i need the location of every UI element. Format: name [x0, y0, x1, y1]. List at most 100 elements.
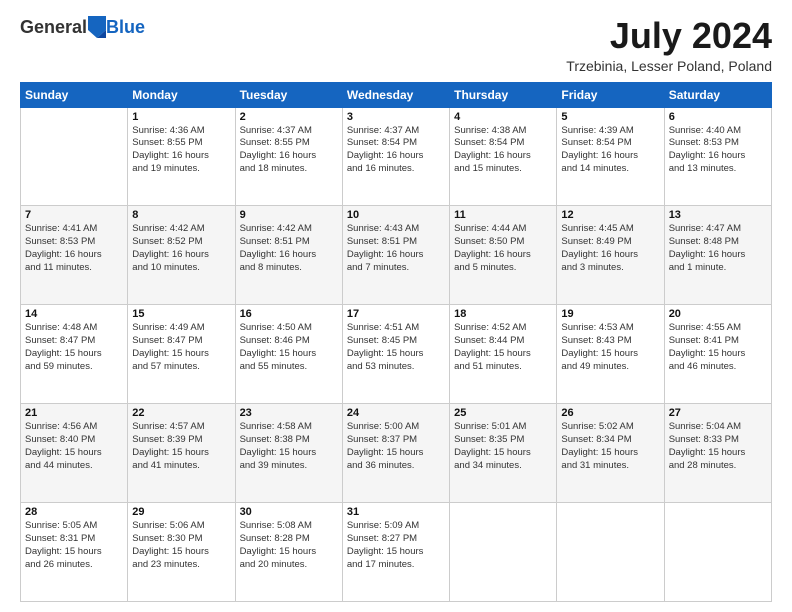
calendar-cell — [664, 503, 771, 602]
day-info: Sunrise: 4:40 AM Sunset: 8:53 PM Dayligh… — [669, 125, 767, 176]
title-block: July 2024 Trzebinia, Lesser Poland, Pola… — [566, 16, 772, 74]
calendar-cell: 16 Sunrise: 4:50 AM Sunset: 8:46 PM Dayli… — [235, 305, 342, 404]
day-info: Sunrise: 4:42 AM Sunset: 8:52 PM Dayligh… — [132, 223, 230, 274]
day-info: Sunrise: 5:02 AM Sunset: 8:34 PM Dayligh… — [561, 421, 659, 472]
calendar-cell: 3 Sunrise: 4:37 AM Sunset: 8:54 PM Daylig… — [342, 107, 449, 206]
calendar-header-row: SundayMondayTuesdayWednesdayThursdayFrid… — [21, 82, 772, 107]
day-info: Sunrise: 4:53 AM Sunset: 8:43 PM Dayligh… — [561, 322, 659, 373]
column-header-thursday: Thursday — [450, 82, 557, 107]
day-number: 4 — [454, 111, 552, 123]
day-number: 3 — [347, 111, 445, 123]
week-row-4: 21 Sunrise: 4:56 AM Sunset: 8:40 PM Dayli… — [21, 404, 772, 503]
day-number: 30 — [240, 506, 338, 518]
day-info: Sunrise: 4:43 AM Sunset: 8:51 PM Dayligh… — [347, 223, 445, 274]
day-info: Sunrise: 4:58 AM Sunset: 8:38 PM Dayligh… — [240, 421, 338, 472]
calendar-cell: 20Sunrise: 4:55 AM Sunset: 8:41 PM Dayli… — [664, 305, 771, 404]
calendar-cell: 12 Sunrise: 4:45 AM Sunset: 8:49 PM Dayli… — [557, 206, 664, 305]
calendar-cell: 5 Sunrise: 4:39 AM Sunset: 8:54 PM Daylig… — [557, 107, 664, 206]
day-number: 18 — [454, 308, 552, 320]
day-info: Sunrise: 5:09 AM Sunset: 8:27 PM Dayligh… — [347, 520, 445, 571]
day-info: Sunrise: 4:47 AM Sunset: 8:48 PM Dayligh… — [669, 223, 767, 274]
day-info: Sunrise: 4:57 AM Sunset: 8:39 PM Dayligh… — [132, 421, 230, 472]
day-number: 17 — [347, 308, 445, 320]
calendar-cell: 11Sunrise: 4:44 AM Sunset: 8:50 PM Dayli… — [450, 206, 557, 305]
day-info: Sunrise: 4:41 AM Sunset: 8:53 PM Dayligh… — [25, 223, 123, 274]
day-info: Sunrise: 4:38 AM Sunset: 8:54 PM Dayligh… — [454, 125, 552, 176]
subtitle: Trzebinia, Lesser Poland, Poland — [566, 58, 772, 74]
calendar-cell — [21, 107, 128, 206]
day-info: Sunrise: 4:45 AM Sunset: 8:49 PM Dayligh… — [561, 223, 659, 274]
calendar-cell: 30 Sunrise: 5:08 AM Sunset: 8:28 PM Dayli… — [235, 503, 342, 602]
day-number: 9 — [240, 209, 338, 221]
calendar-cell: 2 Sunrise: 4:37 AM Sunset: 8:55 PM Daylig… — [235, 107, 342, 206]
day-info: Sunrise: 4:55 AM Sunset: 8:41 PM Dayligh… — [669, 322, 767, 373]
calendar-cell: 4 Sunrise: 4:38 AM Sunset: 8:54 PM Daylig… — [450, 107, 557, 206]
day-info: Sunrise: 5:05 AM Sunset: 8:31 PM Dayligh… — [25, 520, 123, 571]
column-header-wednesday: Wednesday — [342, 82, 449, 107]
calendar-cell: 6 Sunrise: 4:40 AM Sunset: 8:53 PM Daylig… — [664, 107, 771, 206]
day-number: 28 — [25, 506, 123, 518]
day-number: 29 — [132, 506, 230, 518]
day-number: 14 — [25, 308, 123, 320]
day-info: Sunrise: 4:44 AM Sunset: 8:50 PM Dayligh… — [454, 223, 552, 274]
calendar-cell: 21 Sunrise: 4:56 AM Sunset: 8:40 PM Dayli… — [21, 404, 128, 503]
calendar-cell: 15 Sunrise: 4:49 AM Sunset: 8:47 PM Dayli… — [128, 305, 235, 404]
logo-general: General — [20, 17, 87, 38]
column-header-monday: Monday — [128, 82, 235, 107]
day-number: 21 — [25, 407, 123, 419]
column-header-sunday: Sunday — [21, 82, 128, 107]
calendar-cell: 29Sunrise: 5:06 AM Sunset: 8:30 PM Dayli… — [128, 503, 235, 602]
day-number: 27 — [669, 407, 767, 419]
day-info: Sunrise: 4:50 AM Sunset: 8:46 PM Dayligh… — [240, 322, 338, 373]
day-info: Sunrise: 5:08 AM Sunset: 8:28 PM Dayligh… — [240, 520, 338, 571]
main-title: July 2024 — [566, 16, 772, 56]
day-info: Sunrise: 4:51 AM Sunset: 8:45 PM Dayligh… — [347, 322, 445, 373]
day-info: Sunrise: 4:39 AM Sunset: 8:54 PM Dayligh… — [561, 125, 659, 176]
day-number: 2 — [240, 111, 338, 123]
day-number: 22 — [132, 407, 230, 419]
calendar-cell: 22 Sunrise: 4:57 AM Sunset: 8:39 PM Dayli… — [128, 404, 235, 503]
calendar-cell: 8 Sunrise: 4:42 AM Sunset: 8:52 PM Daylig… — [128, 206, 235, 305]
calendar-cell: 7Sunrise: 4:41 AM Sunset: 8:53 PM Daylig… — [21, 206, 128, 305]
day-info: Sunrise: 4:42 AM Sunset: 8:51 PM Dayligh… — [240, 223, 338, 274]
day-number: 31 — [347, 506, 445, 518]
logo-text: General Blue — [20, 16, 145, 38]
calendar-cell: 31 Sunrise: 5:09 AM Sunset: 8:27 PM Dayli… — [342, 503, 449, 602]
calendar-cell: 28 Sunrise: 5:05 AM Sunset: 8:31 PM Dayli… — [21, 503, 128, 602]
calendar-cell: 27Sunrise: 5:04 AM Sunset: 8:33 PM Dayli… — [664, 404, 771, 503]
calendar-cell: 1Sunrise: 4:36 AM Sunset: 8:55 PM Daylig… — [128, 107, 235, 206]
day-info: Sunrise: 4:56 AM Sunset: 8:40 PM Dayligh… — [25, 421, 123, 472]
calendar-cell — [450, 503, 557, 602]
logo-icon — [88, 16, 106, 38]
day-info: Sunrise: 5:01 AM Sunset: 8:35 PM Dayligh… — [454, 421, 552, 472]
week-row-3: 14Sunrise: 4:48 AM Sunset: 8:47 PM Dayli… — [21, 305, 772, 404]
logo: General Blue — [20, 16, 145, 38]
day-number: 13 — [669, 209, 767, 221]
day-number: 6 — [669, 111, 767, 123]
calendar-table: SundayMondayTuesdayWednesdayThursdayFrid… — [20, 82, 772, 602]
calendar-cell: 10 Sunrise: 4:43 AM Sunset: 8:51 PM Dayli… — [342, 206, 449, 305]
day-number: 1 — [132, 111, 230, 123]
week-row-1: 1Sunrise: 4:36 AM Sunset: 8:55 PM Daylig… — [21, 107, 772, 206]
calendar-cell: 17 Sunrise: 4:51 AM Sunset: 8:45 PM Dayli… — [342, 305, 449, 404]
calendar-cell: 23Sunrise: 4:58 AM Sunset: 8:38 PM Dayli… — [235, 404, 342, 503]
day-number: 26 — [561, 407, 659, 419]
calendar-cell: 18 Sunrise: 4:52 AM Sunset: 8:44 PM Dayli… — [450, 305, 557, 404]
day-number: 5 — [561, 111, 659, 123]
calendar-cell: 19Sunrise: 4:53 AM Sunset: 8:43 PM Dayli… — [557, 305, 664, 404]
logo-blue: Blue — [106, 17, 145, 38]
day-number: 8 — [132, 209, 230, 221]
day-number: 16 — [240, 308, 338, 320]
day-number: 10 — [347, 209, 445, 221]
calendar-cell: 26 Sunrise: 5:02 AM Sunset: 8:34 PM Dayli… — [557, 404, 664, 503]
column-header-friday: Friday — [557, 82, 664, 107]
week-row-5: 28 Sunrise: 5:05 AM Sunset: 8:31 PM Dayli… — [21, 503, 772, 602]
day-number: 15 — [132, 308, 230, 320]
day-info: Sunrise: 4:37 AM Sunset: 8:54 PM Dayligh… — [347, 125, 445, 176]
day-number: 12 — [561, 209, 659, 221]
day-info: Sunrise: 4:49 AM Sunset: 8:47 PM Dayligh… — [132, 322, 230, 373]
day-info: Sunrise: 4:52 AM Sunset: 8:44 PM Dayligh… — [454, 322, 552, 373]
calendar-cell: 14Sunrise: 4:48 AM Sunset: 8:47 PM Dayli… — [21, 305, 128, 404]
day-info: Sunrise: 4:37 AM Sunset: 8:55 PM Dayligh… — [240, 125, 338, 176]
header: General Blue July 2024 Trzebinia, Lesser… — [20, 16, 772, 74]
